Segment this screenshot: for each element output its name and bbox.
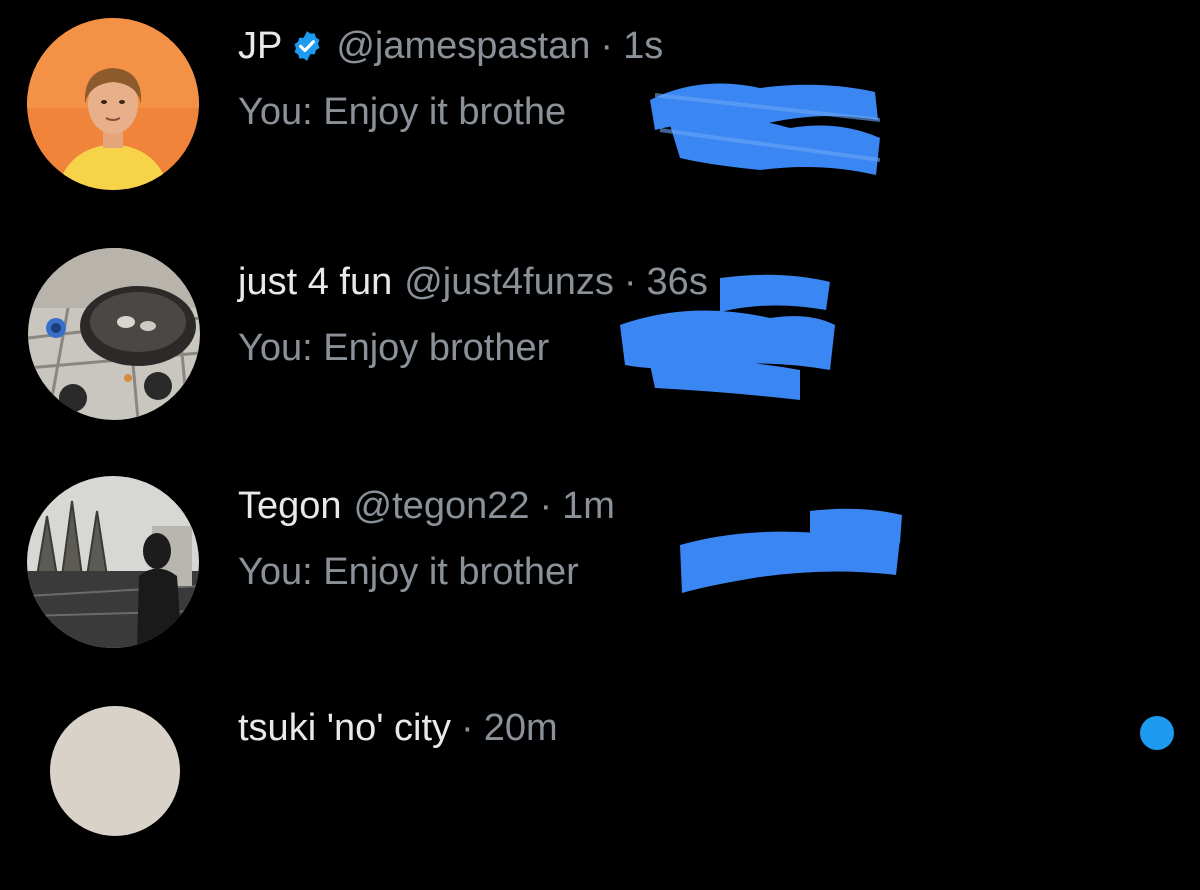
timestamp: 36s [646, 261, 708, 303]
direct-messages-list: JP @jamespastan · 1s You: Enjoy it broth… [0, 0, 1200, 836]
conversation-header: just 4 fun @just4funzs · 36s [238, 258, 708, 306]
display-name: JP [238, 25, 283, 67]
conversation-row-jp[interactable]: JP @jamespastan · 1s You: Enjoy it broth… [0, 0, 1200, 200]
verified-badge-icon [294, 31, 320, 61]
conversation-header: tsuki 'no' city · 20m [238, 704, 558, 752]
avatar[interactable] [28, 248, 200, 420]
user-handle: @just4funzs [404, 261, 614, 303]
separator-dot: · [539, 485, 553, 527]
avatar[interactable] [27, 476, 199, 648]
redaction-scribble [680, 508, 902, 593]
display-name: just 4 fun [238, 261, 393, 303]
conversation-meta: tsuki 'no' city · 20m [238, 704, 558, 752]
message-preview: You: Enjoy brother [238, 327, 550, 369]
timestamp: 1s [623, 25, 664, 67]
conversation-meta: just 4 fun @just4funzs · 36s You: Enjoy … [238, 258, 708, 372]
redaction-scribble [650, 83, 881, 175]
conversation-row-tegon[interactable]: Tegon @tegon22 · 1m You: Enjoy it brothe… [0, 460, 1200, 660]
timestamp: 20m [483, 707, 558, 749]
separator-dot: · [600, 25, 614, 67]
conversation-row-just-4-fun[interactable]: just 4 fun @just4funzs · 36s You: Enjoy … [0, 230, 1200, 430]
message-preview: You: Enjoy it brothe [238, 91, 567, 133]
display-name: Tegon [238, 485, 342, 527]
message-preview: You: Enjoy it brother [238, 551, 579, 593]
conversation-header: Tegon @tegon22 · 1m [238, 482, 615, 530]
timestamp: 1m [562, 485, 615, 527]
separator-dot: · [461, 707, 474, 749]
avatar-image [27, 18, 199, 190]
conversation-row-tsuki-no-city[interactable]: tsuki 'no' city · 20m [0, 690, 1200, 890]
conversation-header: JP @jamespastan · 1s [238, 22, 663, 70]
user-handle: @jamespastan [336, 25, 591, 67]
display-name: tsuki 'no' city [238, 707, 452, 749]
conversation-meta: JP @jamespastan · 1s You: Enjoy it broth… [238, 22, 663, 136]
avatar-image [27, 476, 199, 648]
avatar-image [28, 248, 200, 420]
conversation-meta: Tegon @tegon22 · 1m You: Enjoy it brothe… [238, 482, 615, 596]
unread-dot-icon [1140, 716, 1174, 750]
user-handle: @tegon22 [353, 485, 530, 527]
avatar[interactable] [27, 18, 199, 190]
separator-dot: · [623, 261, 637, 303]
